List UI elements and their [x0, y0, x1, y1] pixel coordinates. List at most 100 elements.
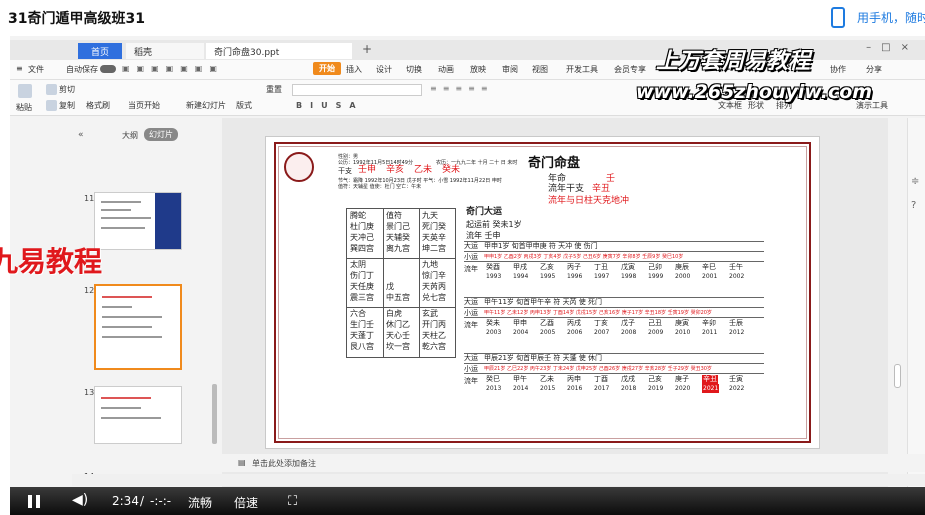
quality-button[interactable]: 流畅 — [188, 494, 212, 511]
liunian-label: 流年 — [464, 321, 478, 329]
palace-cell: 天蓬丁 — [350, 331, 374, 340]
slide[interactable]: 奇门命盘 性别：男 公历：1992年11月5日14时49分 农历：一九九二年 十… — [265, 136, 820, 449]
menu-file[interactable]: 文件 — [28, 64, 44, 75]
autosave-toggle[interactable] — [100, 65, 116, 73]
palace-cell: 天心壬 — [386, 331, 410, 340]
dayun-text: 甲辰21岁 旬首甲辰壬 符 天蓬 使 休门 — [484, 354, 603, 362]
layout-button[interactable]: 版式 — [236, 100, 252, 111]
paste-button[interactable] — [18, 84, 34, 98]
pause-icon[interactable] — [28, 495, 40, 508]
menu-member[interactable]: 会员专享 — [614, 64, 646, 75]
quick-access-icons[interactable]: ▣▣▣▣▣▣▣ — [122, 64, 224, 73]
pillar: 乙未 — [414, 165, 433, 175]
menu-slideshow[interactable]: 放映 — [470, 64, 486, 75]
menu-icon[interactable]: ≡ — [16, 64, 23, 73]
outline-tab[interactable]: 大纲 — [122, 130, 138, 141]
help-icon[interactable]: ? — [911, 200, 916, 211]
speed-button[interactable]: 倍速 — [234, 494, 258, 511]
year-number: 2000 — [675, 273, 691, 280]
slide-sidebar: « 大纲 幻灯片 11 12 13 14 + — [72, 118, 220, 504]
reset-button[interactable]: 重置 — [266, 84, 282, 95]
menu-insert[interactable]: 插入 — [346, 64, 362, 75]
notes-bar[interactable]: ▤ 单击此处添加备注 — [222, 454, 925, 472]
menu-collab[interactable]: 协作 — [830, 64, 846, 75]
phone-icon[interactable] — [831, 7, 845, 28]
menu-share[interactable]: 分享 — [866, 64, 882, 75]
year-number: 2021 — [702, 384, 720, 393]
dayun-text: 甲午11岁 旬首甲午辛 符 天芮 使 死门 — [484, 298, 603, 306]
menu-animation[interactable]: 动画 — [438, 64, 454, 75]
year-ganzhi: 己卯 — [648, 263, 662, 271]
year-ganzhi: 戊子 — [621, 319, 635, 327]
slide-thumb-13[interactable] — [94, 386, 182, 444]
scroll-thumb[interactable] — [894, 364, 901, 388]
status-bar — [72, 474, 925, 486]
player-controls: ◀) 2:34 / -:-:- 流畅 倍速 ⛶ — [10, 487, 925, 515]
dayun-text: 甲申1岁 旬首甲申庚 符 天冲 使 伤门 — [484, 242, 598, 250]
phone-label[interactable]: 用手机，随时 — [857, 9, 925, 26]
tab-ppt-file[interactable]: 奇门命盘30.ppt — [206, 43, 352, 59]
year-ganzhi: 壬寅 — [729, 375, 743, 383]
format-painter-button[interactable]: 格式刷 — [86, 100, 110, 111]
flow-year-label: 流年 壬申 — [466, 231, 501, 240]
fullscreen-icon[interactable]: ⛶ — [288, 494, 297, 509]
year-ganzhi: 甲戌 — [513, 263, 527, 271]
menu-review[interactable]: 审阅 — [502, 64, 518, 75]
year-number: 2013 — [486, 385, 502, 392]
row-divider — [464, 307, 764, 308]
year-number: 2007 — [594, 329, 610, 336]
palace-cell: 休门乙 — [386, 320, 410, 329]
menu-switch[interactable]: 切换 — [406, 64, 422, 75]
year-number: 2018 — [621, 385, 637, 392]
year-ganzhi: 癸酉 — [486, 263, 500, 271]
year-ganzhi: 癸巳 — [486, 375, 500, 383]
palace-cell: 太阴 — [350, 260, 366, 269]
font-select[interactable] — [292, 84, 422, 96]
collapse-icon[interactable]: « — [78, 130, 84, 140]
palace-cell: 离九宫 — [386, 244, 410, 253]
paste-label[interactable]: 粘贴 — [16, 102, 32, 113]
tab-home[interactable]: 首页 — [78, 43, 122, 59]
year-ganzhi: 己丑 — [648, 319, 662, 327]
watermark-line1: 上万套周易教程 — [656, 49, 811, 74]
slides-tab[interactable]: 幻灯片 — [144, 128, 178, 141]
slide-title: 奇门命盘 — [528, 156, 581, 171]
from-current-button[interactable]: 当页开始 — [128, 100, 160, 111]
year-number: 1998 — [621, 273, 637, 280]
menu-design[interactable]: 设计 — [376, 64, 392, 75]
menu-autosave[interactable]: 自动保存 — [66, 64, 98, 75]
paragraph-buttons[interactable]: ≡≡≡≡≡ — [430, 84, 494, 93]
palace-cell: 天柱乙 — [422, 331, 446, 340]
year-ganzhi: 戊戌 — [621, 375, 635, 383]
sidebar-scrollbar[interactable] — [212, 384, 217, 444]
palace-cell: 中五宫 — [386, 293, 410, 302]
cut-button[interactable]: 剪切 — [46, 84, 75, 95]
palace-cell: 天任庚 — [350, 282, 374, 291]
palace-cell: 坎一宫 — [386, 342, 410, 351]
duration: -:-:- — [150, 494, 172, 508]
year-number: 1996 — [567, 273, 583, 280]
tab-daoke[interactable]: 稻壳 — [126, 43, 204, 59]
palace-cell: 玄武 — [422, 309, 438, 318]
menu-view[interactable]: 视图 — [532, 64, 548, 75]
notes-icon: ▤ — [238, 458, 246, 467]
palace-cell: 九天 — [422, 211, 438, 220]
window-controls[interactable]: –□× — [866, 42, 919, 53]
palace-cell: 九地 — [422, 260, 438, 269]
font-style-buttons[interactable]: BIUSA — [296, 101, 364, 110]
slide-thumb-11[interactable] — [94, 192, 182, 250]
menu-dev[interactable]: 开发工具 — [566, 64, 598, 75]
slide-thumb-12[interactable] — [94, 284, 182, 370]
year-number: 2005 — [540, 329, 556, 336]
settings-icon[interactable]: ≑ — [911, 176, 919, 187]
palace-cell: 乾六宫 — [422, 342, 446, 351]
volume-icon[interactable]: ◀) — [72, 492, 88, 508]
notes-placeholder[interactable]: 单击此处添加备注 — [252, 458, 316, 469]
year-ganzhi: 甲午 — [513, 375, 527, 383]
menu-start[interactable]: 开始 — [313, 62, 341, 75]
new-tab-plus-icon[interactable]: + — [362, 42, 372, 56]
year-ganzhi: 乙亥 — [540, 263, 554, 271]
palace-cell: 腾蛇 — [350, 211, 366, 220]
new-slide-button[interactable]: 新建幻灯片 — [186, 100, 226, 111]
copy-button[interactable]: 复制 — [46, 100, 75, 111]
